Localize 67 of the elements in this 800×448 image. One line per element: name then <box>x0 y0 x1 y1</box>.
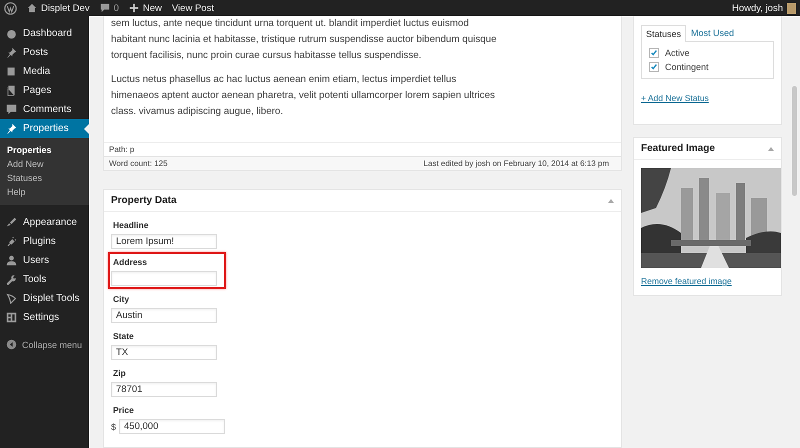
input-field[interactable]: 78701 <box>111 382 217 397</box>
plug-icon <box>6 236 17 247</box>
menu-item[interactable]: Tools <box>0 270 89 289</box>
input-field[interactable]: 450,000 <box>119 419 226 434</box>
user-icon <box>6 255 17 266</box>
submenu-item[interactable]: Help <box>0 185 89 199</box>
menu-item[interactable]: Comments <box>0 100 89 119</box>
menu-item[interactable]: Pages <box>0 81 89 100</box>
menu-item[interactable]: Posts <box>0 43 89 62</box>
settings-icon <box>6 312 17 323</box>
menu-item[interactable]: Users <box>0 251 89 270</box>
pin-icon <box>6 123 17 134</box>
input-field[interactable]: Lorem Ipsum! <box>111 234 217 249</box>
panel-title: Property Data <box>111 195 177 206</box>
last-edited-note: Last edited by josh on February 10, 2014 at 6:13 pm <box>424 159 609 168</box>
field-label: City <box>113 294 130 304</box>
home-icon <box>27 3 37 13</box>
menu-item[interactable]: Displet Tools <box>0 289 89 308</box>
field-label: Address <box>113 257 148 267</box>
brush-icon <box>6 217 17 228</box>
collapse-icon <box>6 339 17 350</box>
checkbox-label: Contingent <box>665 62 709 72</box>
submenu-item[interactable]: Properties <box>0 143 89 157</box>
field-label: Price <box>113 405 135 415</box>
scrollbar[interactable] <box>792 86 797 196</box>
menu-item[interactable]: Dashboard <box>0 24 89 43</box>
input-field[interactable]: Austin <box>111 308 217 323</box>
view-post-link[interactable]: View Post <box>172 2 214 14</box>
tab[interactable]: Statuses <box>641 25 686 42</box>
collapse-arrow-icon[interactable] <box>768 146 774 150</box>
word-count: Word count: 125 <box>109 159 168 168</box>
editor-paragraph: sem luctus, ante neque tincidunt urna torquent ut. blandit imperdiet luctus euismod habitant nunc lacinia et habitasse, tristique rutrum suspendisse auctor bibendum quisque torquent facilisis, nunc proin curae cursus habitasse tellus suspendisse. <box>111 17 498 63</box>
remove-image-link[interactable]: Remove featured image <box>641 276 732 286</box>
comment-icon <box>100 3 110 13</box>
editor-paragraph: Luctus netus phasellus ac hac luctus aenean enim etiam, lectus imperdiet tellus himenaeos aptent auctor aenean pharetra, velit potenti ullamcorper lorem sapien ultrices class. vivamus adipiscing augue, libero. <box>111 73 496 119</box>
wrench-icon <box>6 274 17 285</box>
pages-icon <box>6 85 17 96</box>
input-field[interactable] <box>111 271 217 286</box>
menu-item[interactable]: Settings <box>0 308 89 327</box>
comments-link[interactable]: 0 <box>100 2 119 14</box>
collapse-arrow-icon[interactable] <box>608 198 614 202</box>
wordpress-logo-icon[interactable] <box>4 2 17 14</box>
submenu-item[interactable]: Statuses <box>0 171 89 185</box>
menu-item[interactable]: Plugins <box>0 232 89 251</box>
tab[interactable]: Most Used <box>686 24 740 41</box>
field-label: State <box>113 331 135 341</box>
submenu-item[interactable]: Add New <box>0 157 89 171</box>
new-link[interactable]: New <box>128 2 162 14</box>
account-menu[interactable]: Howdy, josh <box>732 2 796 14</box>
site-link[interactable]: Displet Dev <box>27 2 90 14</box>
menu-item[interactable]: Media <box>0 62 89 81</box>
currency-symbol: $ <box>111 422 116 432</box>
avatar-icon <box>787 2 796 14</box>
field-label: Headline <box>113 220 150 230</box>
menu-item[interactable]: Appearance <box>0 213 89 232</box>
checkbox[interactable] <box>649 62 659 72</box>
panel-title: Featured Image <box>641 143 715 154</box>
plus-icon <box>128 3 139 13</box>
pin-icon <box>6 47 17 58</box>
input-field[interactable]: TX <box>111 345 217 360</box>
menu-item[interactable]: Properties <box>0 119 89 138</box>
checkbox-label: Active <box>665 48 690 58</box>
comment-icon <box>6 104 17 115</box>
collapse-menu-button[interactable]: Collapse menu <box>0 327 89 362</box>
field-label: Zip <box>113 368 127 378</box>
checkbox[interactable] <box>649 48 659 58</box>
add-status-link[interactable]: + Add New Status <box>641 93 709 103</box>
